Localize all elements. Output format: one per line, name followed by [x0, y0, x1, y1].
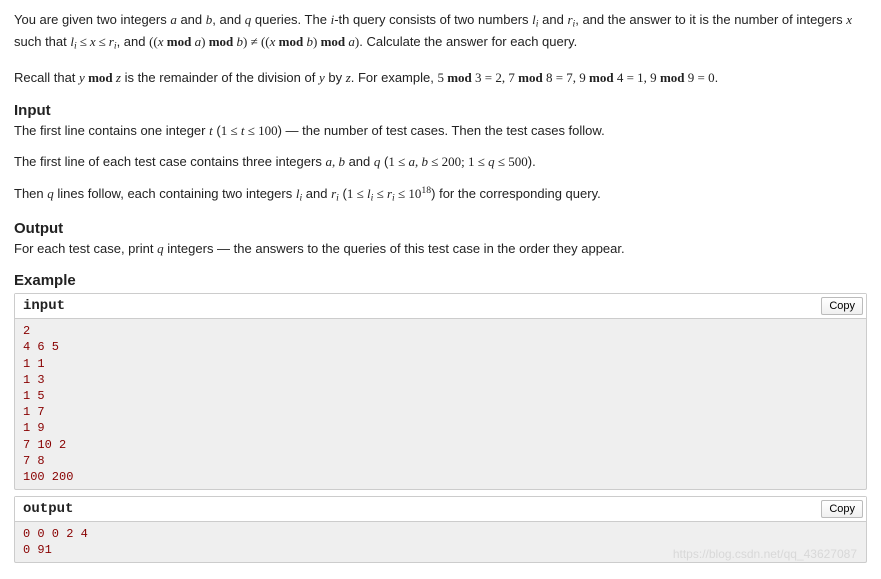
- t-range: 1 ≤ t ≤ 100: [221, 123, 278, 138]
- mod-condition: ((x mod a) mod b) ≠ ((x mod b) mod a): [149, 34, 359, 49]
- var-x: x: [846, 12, 852, 27]
- input-desc-3: Then q lines follow, each containing two…: [14, 184, 867, 206]
- sample-output-content: 0 0 0 2 4 0 91: [15, 522, 866, 562]
- range-cond: li≤x≤ri: [70, 34, 116, 49]
- mod-examples: 5 mod 3 = 2, 7 mod 8 = 7, 9 mod 4 = 1, 9…: [437, 70, 714, 85]
- input-heading: Input: [14, 102, 867, 119]
- example-heading: Example: [14, 272, 867, 289]
- input-desc-2: The first line of each test case contain…: [14, 152, 867, 172]
- input-desc-1: The first line contains one integer t (1…: [14, 121, 867, 141]
- abq-range: 1 ≤ a, b ≤ 200; 1 ≤ q ≤ 500: [388, 154, 527, 169]
- lr-range: 1 ≤ li ≤ ri ≤ 1018: [347, 186, 431, 201]
- output-heading: Output: [14, 220, 867, 237]
- output-desc: For each test case, print q integers — t…: [14, 239, 867, 259]
- sample-input-block: input Copy 2 4 6 5 1 1 1 3 1 5 1 7 1 9 7…: [14, 293, 867, 490]
- sample-input-content: 2 4 6 5 1 1 1 3 1 5 1 7 1 9 7 10 2 7 8 1…: [15, 319, 866, 489]
- copy-output-button[interactable]: Copy: [821, 500, 863, 518]
- sample-output-block: output Copy 0 0 0 2 4 0 91: [14, 496, 867, 563]
- ymodz: y mod z: [79, 70, 121, 85]
- output-label: output: [23, 501, 73, 517]
- input-label: input: [23, 298, 65, 314]
- statement-paragraph-1: You are given two integers a and b, and …: [14, 10, 867, 54]
- recall-paragraph: Recall that y mod z is the remainder of …: [14, 68, 867, 88]
- copy-input-button[interactable]: Copy: [821, 297, 863, 315]
